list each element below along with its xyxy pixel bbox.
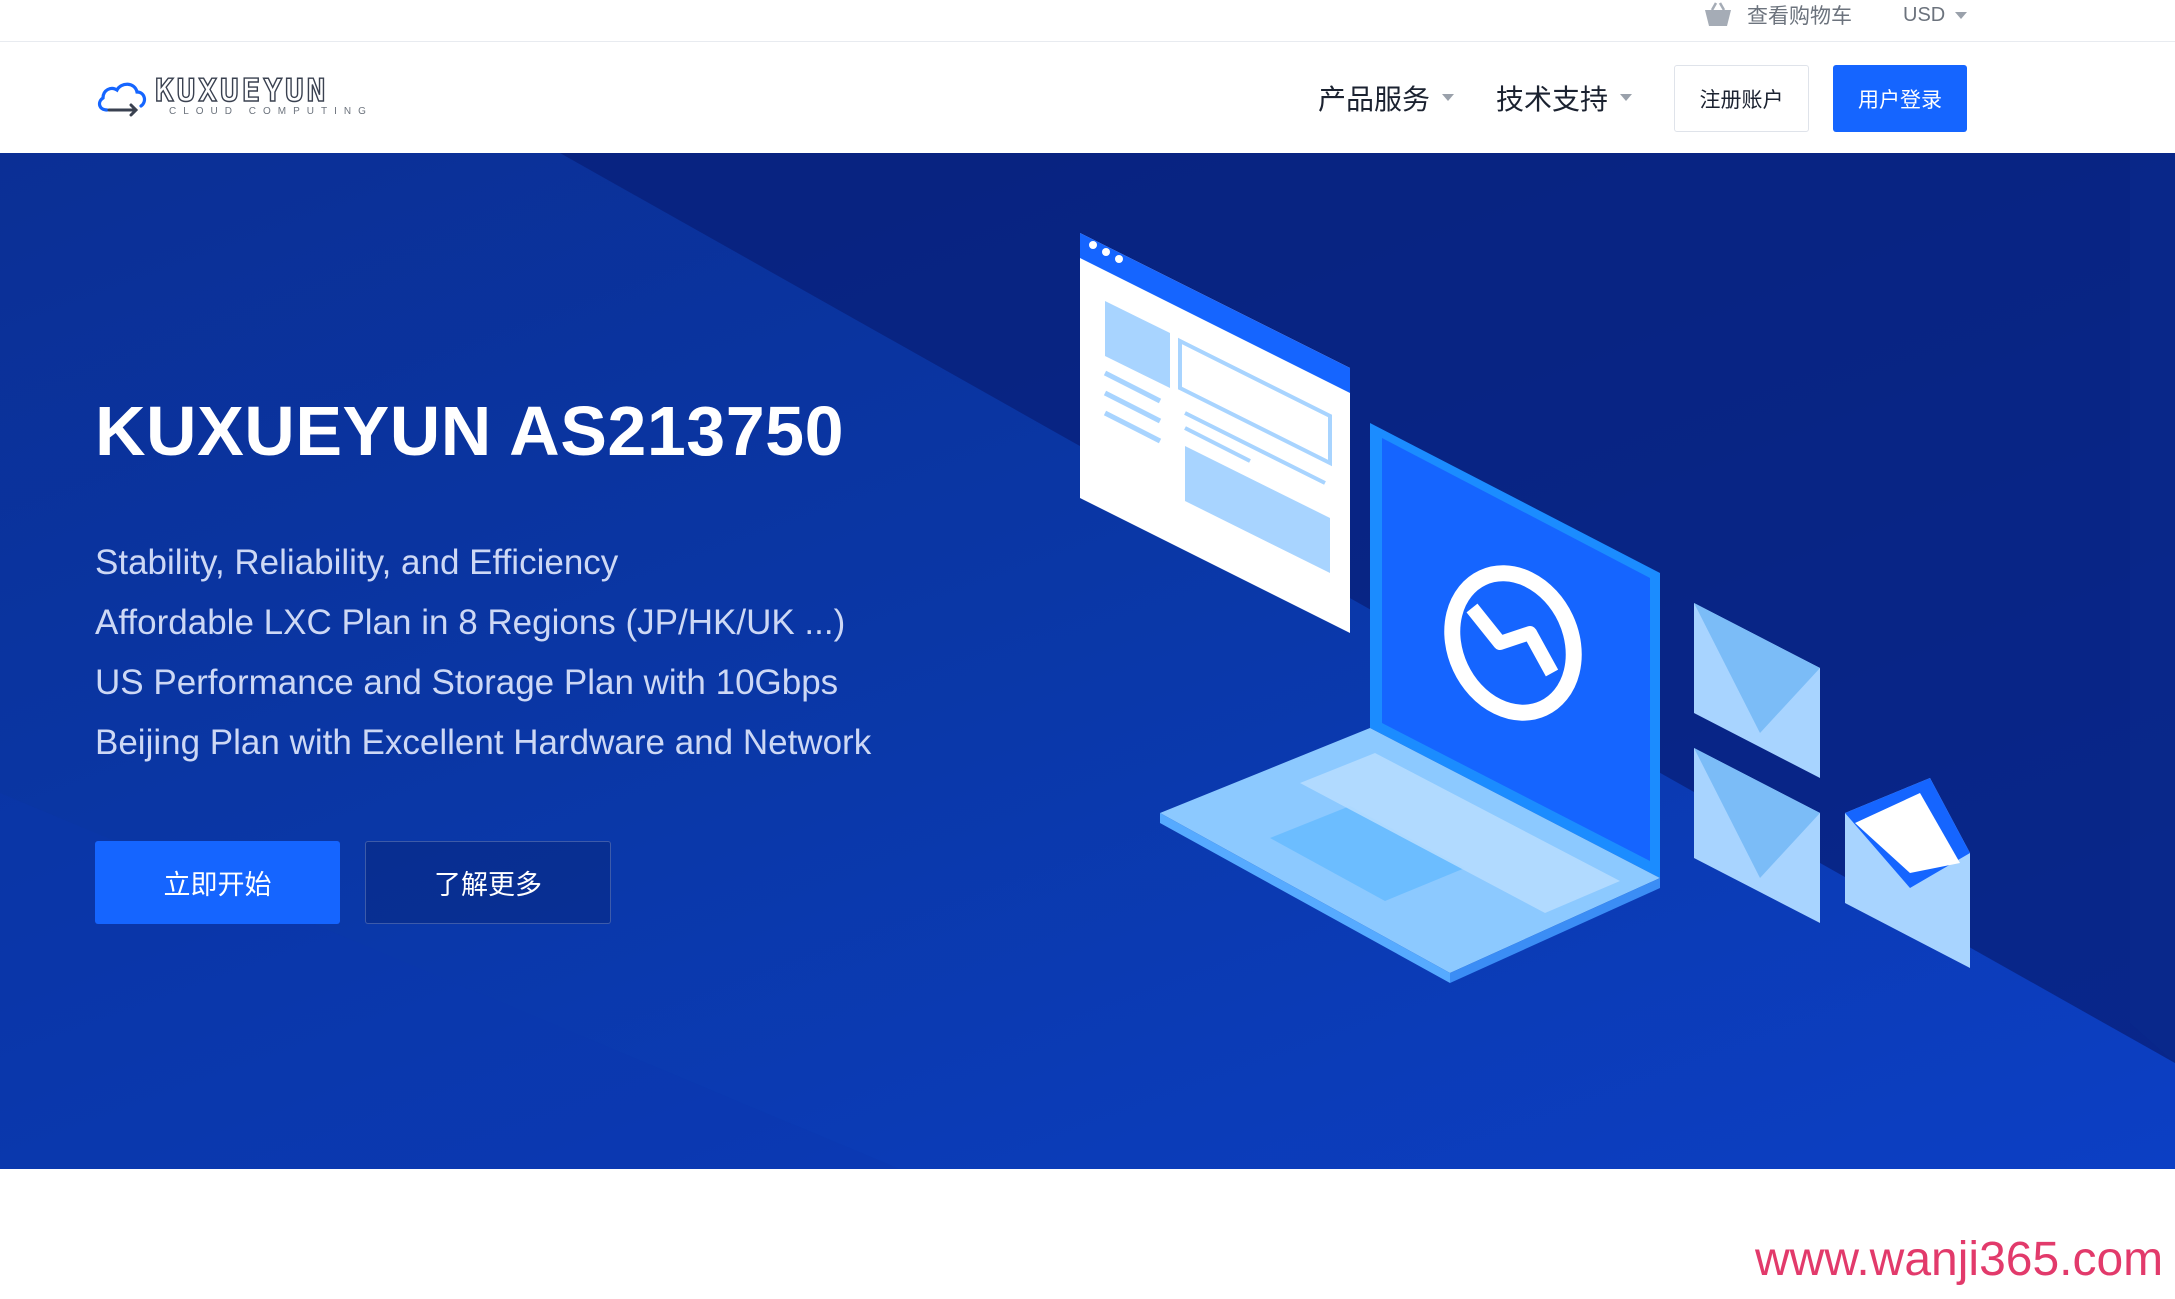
main-navbar: KUXUEYUN CLOUD COMPUTING 产品服务 技术支持 注册账户 … — [0, 42, 2175, 153]
watermark-text: www.wanji365.com — [1755, 1233, 2164, 1286]
chevron-down-icon — [1620, 94, 1633, 101]
hero-feature-line: Beijing Plan with Excellent Hardware and… — [95, 723, 872, 762]
logo-wordmark: KUXUEYUN — [154, 73, 329, 109]
register-button[interactable]: 注册账户 — [1674, 65, 1809, 132]
brand-logo[interactable]: KUXUEYUN CLOUD COMPUTING — [95, 72, 373, 122]
view-cart-label: 查看购物车 — [1747, 5, 1852, 28]
nav-support-menu[interactable]: 技术支持 — [1496, 42, 1633, 153]
hero-feature-line: US Performance and Storage Plan with 10G… — [95, 663, 839, 702]
shopping-basket-icon — [1705, 2, 1731, 26]
nav-support-label: 技术支持 — [1496, 83, 1609, 115]
get-started-button[interactable]: 立即开始 — [95, 841, 340, 924]
hero-feature-list: Stability, Reliability, and Efficiency A… — [95, 533, 871, 773]
hero-title: KUXUEYUN AS213750 — [95, 392, 845, 470]
login-button[interactable]: 用户登录 — [1833, 65, 1967, 132]
laptop-illustration — [1080, 233, 1970, 983]
envelope-graphic — [1694, 603, 1970, 968]
hero-feature-line: Affordable LXC Plan in 8 Regions (JP/HK/… — [95, 603, 846, 642]
utility-bar: 查看购物车 USD — [0, 0, 2175, 42]
chevron-down-icon — [1442, 94, 1455, 101]
chevron-down-icon — [1955, 11, 1968, 19]
browser-window-graphic — [1080, 233, 1350, 633]
logo-tagline: CLOUD COMPUTING — [169, 106, 373, 117]
view-cart-link[interactable]: 查看购物车 — [1703, 0, 1852, 30]
learn-more-button[interactable]: 了解更多 — [365, 841, 611, 924]
nav-products-label: 产品服务 — [1318, 83, 1431, 115]
cloud-logo-icon — [97, 82, 147, 117]
nav-products-menu[interactable]: 产品服务 — [1318, 42, 1455, 153]
hero-feature-line: Stability, Reliability, and Efficiency — [95, 543, 619, 582]
currency-selector[interactable]: USD — [1903, 0, 1968, 30]
currency-label: USD — [1903, 3, 1946, 26]
hero-banner: KUXUEYUN AS213750 Stability, Reliability… — [0, 153, 2175, 1169]
